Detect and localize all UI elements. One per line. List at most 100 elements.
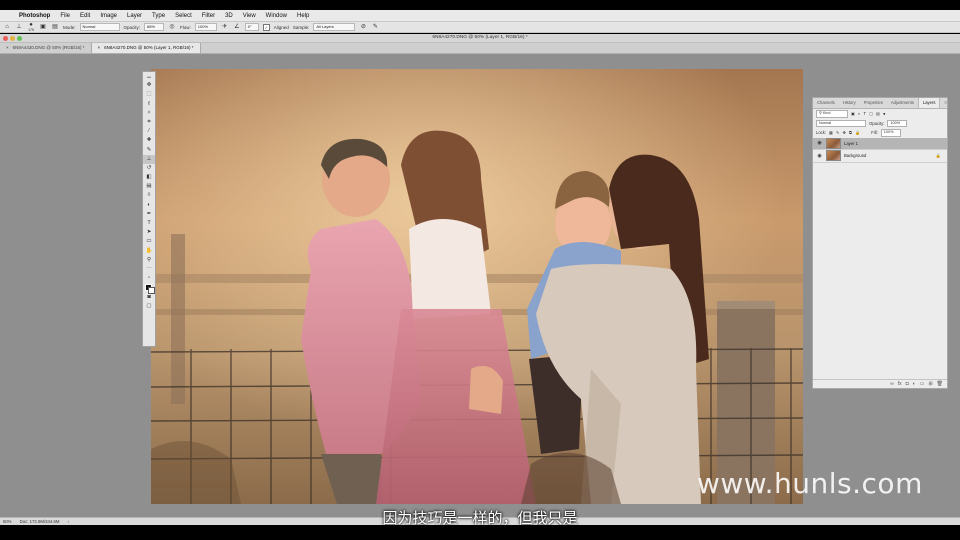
eraser-tool-icon[interactable]: ◧ xyxy=(143,173,155,182)
filter-kind-select[interactable]: ⚲ Kind xyxy=(816,110,848,118)
menu-file[interactable]: File xyxy=(55,13,75,19)
filter-shape-icon[interactable]: ▢ xyxy=(869,111,873,116)
brush-tool-icon[interactable]: ✎ xyxy=(143,146,155,155)
lock-artboard-icon[interactable]: ⧉ xyxy=(849,130,852,135)
watermark-text: www.hunls.com xyxy=(697,467,923,500)
edit-toolbar-icon[interactable]: ⋯ xyxy=(143,265,155,274)
type-tool-icon[interactable]: T xyxy=(143,219,155,228)
document-tab[interactable]: × 6N8A4430.DNG @ 50% (RGB/16) * xyxy=(0,43,92,53)
move-tool-icon[interactable]: ✥ xyxy=(143,81,155,90)
lock-all-icon[interactable]: 🔒 xyxy=(855,130,860,136)
clone-stamp-icon[interactable]: ⊥ xyxy=(15,23,23,31)
clone-source-icon[interactable]: ▤ xyxy=(51,23,59,31)
layer-thumbnail xyxy=(826,137,841,149)
filter-pixel-icon[interactable]: ▣ xyxy=(851,111,855,116)
aligned-checkbox[interactable]: ✓ xyxy=(262,23,270,31)
visibility-eye-icon[interactable]: ◉ xyxy=(816,140,823,146)
pen-tool-icon[interactable]: ✒ xyxy=(143,210,155,219)
document-tabs: × 6N8A4430.DNG @ 50% (RGB/16) * × 6N8A42… xyxy=(0,43,960,54)
hand-tool-icon[interactable]: ✋ xyxy=(143,247,155,256)
menu-3d[interactable]: 3D xyxy=(220,13,238,19)
layer-opacity-field[interactable]: 100% xyxy=(887,119,908,127)
add-mask-icon[interactable]: ◘ xyxy=(906,380,909,388)
toolbar-grip-icon[interactable]: ▴▴ xyxy=(143,72,155,81)
lock-position-icon[interactable]: ✥ xyxy=(843,130,847,135)
brush-settings-icon[interactable]: ▣ xyxy=(39,23,47,31)
new-group-icon[interactable]: ▭ xyxy=(920,380,925,388)
menu-window[interactable]: Window xyxy=(261,13,292,19)
screen-mode-icon[interactable]: ▢ xyxy=(143,302,155,311)
document-tab-active[interactable]: × 6N8A4270.DNG @ 50% (Layer 1, RGB/16) * xyxy=(91,43,201,53)
menu-image[interactable]: Image xyxy=(95,13,122,19)
blur-tool-icon[interactable]: ◊ xyxy=(143,191,155,200)
healing-tool-icon[interactable]: ✚ xyxy=(143,136,155,145)
pressure-size-icon[interactable]: ✎ xyxy=(371,23,379,31)
opacity-field[interactable]: 68% xyxy=(144,23,165,31)
background-color-swatch[interactable] xyxy=(148,287,155,295)
filter-adjustment-icon[interactable]: ◐ xyxy=(858,111,861,116)
filter-toggle-icon[interactable]: ● xyxy=(883,111,886,116)
fill-field[interactable]: 100% xyxy=(880,129,901,137)
zoom-tool-icon[interactable]: ⚲ xyxy=(143,256,155,265)
layer-row-layer-1[interactable]: ◉ Layer 1 xyxy=(813,137,947,150)
blend-mode-select[interactable]: Normal xyxy=(816,119,866,127)
new-layer-icon[interactable]: ⊞ xyxy=(928,380,932,388)
delete-layer-icon[interactable]: 🗑 xyxy=(937,380,943,388)
menu-edit[interactable]: Edit xyxy=(75,13,95,19)
tab-channels[interactable]: Channels xyxy=(813,98,839,108)
angle-icon[interactable]: ∠ xyxy=(233,23,241,31)
airbrush-icon[interactable]: ✈ xyxy=(221,23,229,31)
lasso-tool-icon[interactable]: ℓ xyxy=(143,100,155,109)
layer-row-background[interactable]: ◉ Background 🔒 xyxy=(813,150,947,163)
panel-menu-icon[interactable]: ≡ xyxy=(940,98,950,108)
tab-history[interactable]: History xyxy=(839,98,860,108)
home-icon[interactable]: ⌂ xyxy=(3,23,11,31)
marquee-tool-icon[interactable]: ⬚ xyxy=(143,90,155,99)
shape-tool-icon[interactable]: ▭ xyxy=(143,237,155,246)
color-swatches[interactable] xyxy=(143,283,155,295)
dodge-tool-icon[interactable]: ◐ xyxy=(143,201,155,210)
close-tab-icon[interactable]: × xyxy=(6,43,9,53)
menu-type[interactable]: Type xyxy=(147,13,170,19)
photo-canvas[interactable] xyxy=(151,69,803,504)
clone-stamp-tool-icon[interactable]: ⊥ xyxy=(143,154,155,164)
ignore-adjustments-icon[interactable]: ⊘ xyxy=(359,23,367,31)
path-select-tool-icon[interactable]: ➤ xyxy=(143,228,155,237)
tab-properties[interactable]: Properties xyxy=(860,98,887,108)
lock-transparent-icon[interactable]: ▦ xyxy=(829,130,833,135)
layer-lock-icon: 🔒 xyxy=(935,152,941,158)
angle-field[interactable]: 0° xyxy=(244,23,259,31)
menu-filter[interactable]: Filter xyxy=(197,13,220,19)
layer-name[interactable]: Background xyxy=(844,153,866,158)
mode-select[interactable]: Normal xyxy=(79,23,120,31)
gradient-tool-icon[interactable]: ▤ xyxy=(143,182,155,191)
menu-view[interactable]: View xyxy=(238,13,261,19)
layers-panel: Channels History Properties Adjustments … xyxy=(812,97,948,389)
filter-type-icon[interactable]: T xyxy=(864,111,867,116)
menu-select[interactable]: Select xyxy=(170,13,197,19)
quick-select-tool-icon[interactable]: ✧ xyxy=(143,109,155,118)
history-brush-tool-icon[interactable]: ↺ xyxy=(143,164,155,173)
aligned-label: Aligned xyxy=(273,24,289,30)
crop-tool-icon[interactable]: ⌗ xyxy=(143,118,155,127)
more-tools-icon[interactable]: ▫ xyxy=(143,274,155,283)
lock-image-icon[interactable]: ✎ xyxy=(836,130,840,135)
link-layers-icon[interactable]: ∞ xyxy=(890,380,894,388)
menu-app-name[interactable]: Photoshop xyxy=(14,13,55,19)
flow-field[interactable]: 100% xyxy=(194,23,217,31)
layer-style-icon[interactable]: fx xyxy=(898,380,902,388)
new-adjustment-layer-icon[interactable]: ◐ xyxy=(913,380,916,388)
tools-panel: ▴▴ ✥ ⬚ ℓ ✧ ⌗ ⁄ ✚ ✎ ⊥ ↺ ◧ ▤ ◊ ◐ ✒ T ➤ ▭ ✋… xyxy=(142,71,156,347)
brush-size: 175 xyxy=(28,27,34,32)
pressure-opacity-icon[interactable]: ◎ xyxy=(168,23,176,31)
eyedropper-tool-icon[interactable]: ⁄ xyxy=(143,127,155,136)
tab-layers[interactable]: Layers xyxy=(917,98,941,108)
tab-adjustments[interactable]: Adjustments xyxy=(887,98,918,108)
sample-select[interactable]: All Layers xyxy=(313,23,356,31)
close-tab-icon[interactable]: × xyxy=(98,43,101,53)
menu-help[interactable]: Help xyxy=(292,13,314,19)
menu-layer[interactable]: Layer xyxy=(122,13,147,19)
filter-smart-object-icon[interactable]: ▤ xyxy=(876,111,880,116)
visibility-eye-icon[interactable]: ◉ xyxy=(816,153,823,159)
layer-name[interactable]: Layer 1 xyxy=(844,141,858,146)
